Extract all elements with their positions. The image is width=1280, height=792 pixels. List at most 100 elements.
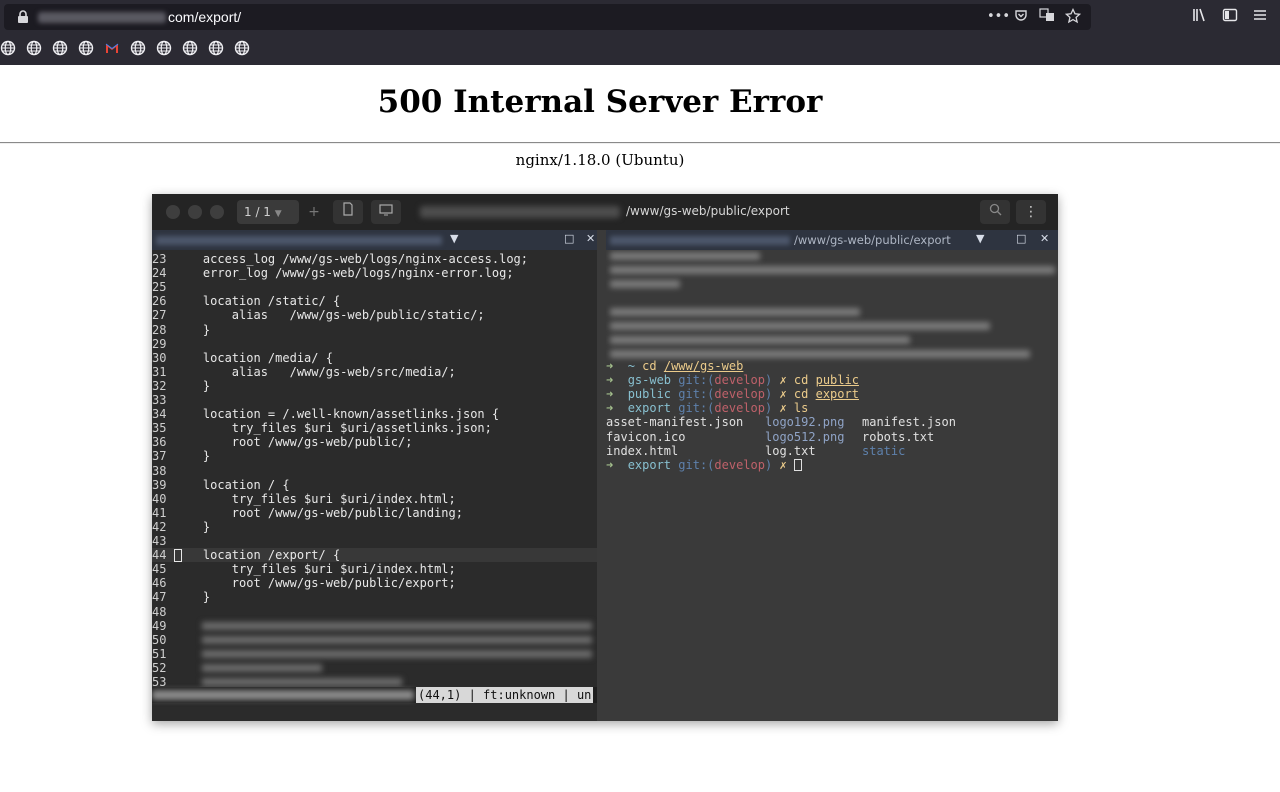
redacted-code xyxy=(202,621,592,630)
code-text: root /www/gs-web/public/export; xyxy=(174,576,456,591)
command: ls xyxy=(793,401,809,416)
ls-entry: favicon.ico xyxy=(606,429,686,444)
code-text: } xyxy=(174,519,211,534)
code-text: alias /www/gs-web/public/static/; xyxy=(174,308,485,323)
prompt-dir: ~ xyxy=(627,359,635,373)
ls-entry: asset-manifest.json xyxy=(606,415,744,430)
lock-icon xyxy=(18,10,28,23)
code-text: alias /www/gs-web/src/media/; xyxy=(174,364,456,379)
globe-icon[interactable] xyxy=(208,40,224,56)
tab-selector-label: 1 / 1 xyxy=(244,205,271,219)
close-icon: ✕ xyxy=(586,232,596,245)
prompt-git: git:( xyxy=(678,457,715,472)
line-number: 32 xyxy=(152,378,167,393)
pocket-icon[interactable] xyxy=(1013,8,1029,26)
code-text: location /export/ { xyxy=(174,548,341,563)
line-number: 38 xyxy=(152,463,167,478)
code-line: 37 } xyxy=(152,449,597,463)
gmail-icon[interactable] xyxy=(104,40,120,56)
chevron-down-icon: ▼ xyxy=(450,232,459,245)
menu-icon[interactable] xyxy=(1252,7,1268,23)
code-line: 38 xyxy=(152,464,597,478)
kebab-menu-icon: ⋮ xyxy=(1016,200,1046,224)
line-number: 30 xyxy=(152,350,167,365)
command-argument: public xyxy=(815,373,859,388)
globe-icon[interactable] xyxy=(234,40,250,56)
page-title: 500 Internal Server Error xyxy=(377,84,823,120)
line-number: 31 xyxy=(152,364,167,379)
more-icon[interactable]: ••• xyxy=(987,8,1010,26)
line-number: 33 xyxy=(152,393,167,407)
line-number: 45 xyxy=(152,562,167,577)
maximize-icon: □ xyxy=(1016,232,1027,245)
maximize-icon: □ xyxy=(564,232,575,245)
ls-entry: static xyxy=(862,443,906,458)
line-number: 23 xyxy=(152,252,167,266)
line-number: 46 xyxy=(152,576,167,591)
line-number: 52 xyxy=(152,660,167,675)
prompt-dir: export xyxy=(627,401,672,416)
translate-icon[interactable] xyxy=(1039,8,1055,26)
redacted-output xyxy=(610,266,1055,274)
vim-statusline: (44,1) | ft:unknown | un xyxy=(152,687,597,703)
prompt-branch: develop xyxy=(714,457,765,472)
globe-icon[interactable] xyxy=(156,40,172,56)
left-pane-header: ▼ □ ✕ xyxy=(152,230,597,250)
redacted-code xyxy=(202,649,592,658)
sidebar-icon[interactable] xyxy=(1222,7,1238,23)
bookmark-star-icon[interactable] xyxy=(1064,7,1082,26)
globe-icon[interactable] xyxy=(26,40,42,56)
redacted-output xyxy=(610,252,760,260)
code-line: 28 } xyxy=(152,323,597,337)
prompt-arrow-icon: ➜ xyxy=(606,359,628,373)
globe-icon[interactable] xyxy=(78,40,94,56)
line-number: 47 xyxy=(152,590,167,605)
code-text: try_files $uri $uri/index.html; xyxy=(174,562,456,577)
window-minimize-dot xyxy=(188,205,202,219)
globe-icon[interactable] xyxy=(130,40,146,56)
line-number: 34 xyxy=(152,407,167,422)
code-line: 41 root /www/gs-web/public/landing; xyxy=(152,506,597,520)
redacted-code xyxy=(202,678,402,686)
shell-prompt-line: ➜ export git:(develop) ✗ xyxy=(606,458,1058,472)
filename-redacted xyxy=(152,690,414,700)
shell-command-line: ➜ ~ cd /www/gs-web xyxy=(606,359,1058,373)
ls-entry: index.html xyxy=(606,443,679,458)
line-number: 40 xyxy=(152,491,167,506)
code-text: root /www/gs-web/public/; xyxy=(174,435,413,450)
line-number: 42 xyxy=(152,519,167,534)
title-redacted xyxy=(420,206,620,218)
ls-entry: logo512.png xyxy=(765,429,845,444)
prompt-git-close: ) xyxy=(764,387,773,402)
shell-command-line: ➜ gs-web git:(develop) ✗ cd public xyxy=(606,373,1058,387)
code-text: location /media/ { xyxy=(174,350,333,365)
code-line: 45 try_files $uri $uri/index.html; xyxy=(152,562,597,576)
redacted-output xyxy=(610,336,910,344)
globe-icon[interactable] xyxy=(0,40,16,56)
library-icon[interactable] xyxy=(1192,7,1208,23)
command-argument: /www/gs-web xyxy=(663,359,744,373)
dirty-mark: ✗ xyxy=(779,387,787,402)
url-text[interactable]: com/export/ xyxy=(168,9,241,25)
line-number: 25 xyxy=(152,280,167,295)
prompt-git: git:( xyxy=(678,387,715,402)
command-argument: export xyxy=(815,387,859,402)
tab-selector: 1 / 1 ▼ xyxy=(237,200,299,224)
line-number: 36 xyxy=(152,435,167,450)
globe-icon[interactable] xyxy=(52,40,68,56)
line-number: 29 xyxy=(152,336,167,351)
url-bar[interactable]: com/export/ ••• xyxy=(4,4,1091,30)
ls-entry: manifest.json xyxy=(862,415,956,430)
shell-command-line: ➜ public git:(develop) ✗ cd export xyxy=(606,387,1058,401)
code-line: 26 location /static/ { xyxy=(152,294,597,308)
code-line: 29 xyxy=(152,337,597,351)
line-number: 39 xyxy=(152,477,167,492)
url-redacted xyxy=(38,12,166,23)
chevron-down-icon: ▼ xyxy=(274,209,282,219)
code-text: location /static/ { xyxy=(174,294,341,309)
terminal-title: /www/gs-web/public/export xyxy=(626,204,790,218)
code-text: try_files $uri $uri/assetlinks.json; xyxy=(174,421,492,436)
search-icon xyxy=(980,200,1010,224)
prompt-branch: develop xyxy=(714,387,765,402)
globe-icon[interactable] xyxy=(182,40,198,56)
